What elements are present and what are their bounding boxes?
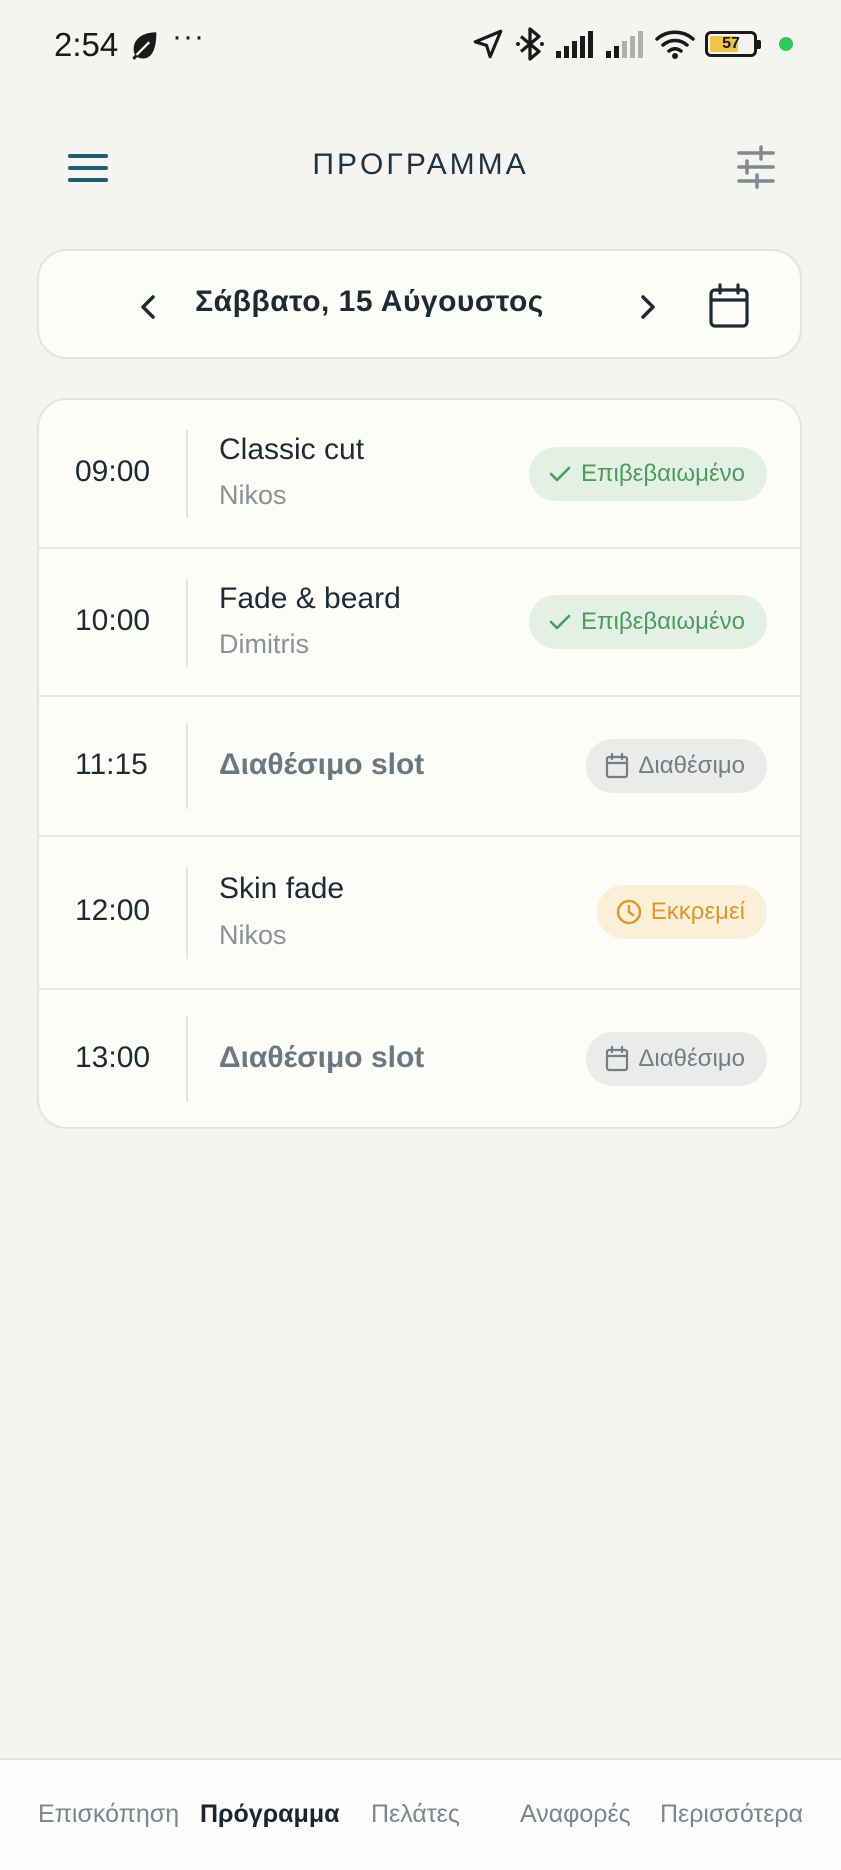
signal-weak-icon: [606, 31, 643, 58]
privacy-indicator-dot: [779, 37, 793, 51]
appointment-barber: Nikos: [219, 480, 287, 510]
status-label: Εκκρεμεί: [650, 898, 745, 925]
appointment-row[interactable]: 12:00 Skin fade Nikos Εκκρεμεί: [39, 837, 800, 990]
app-header: ΠΡΟΓΡΑΜΜΑ: [0, 130, 841, 202]
status-more-dots: ···: [172, 20, 205, 53]
page-title: ΠΡΟΓΡΑΜΜΑ: [312, 148, 529, 181]
row-divider: [186, 867, 188, 959]
status-badge-pending: Εκκρεμεί: [596, 885, 767, 939]
status-bar: 2:54 ··· 57: [0, 0, 841, 92]
available-slot-label: Διαθέσιμο slot: [219, 1041, 425, 1074]
appointment-row[interactable]: 13:00 Διαθέσιμο slot Διαθέσιμο: [39, 990, 800, 1127]
status-label: Διαθέσιμο: [638, 752, 745, 779]
appointment-row[interactable]: 09:00 Classic cut Nikos Επιβεβαιωμένο: [39, 400, 800, 549]
calendar-small-icon: [606, 1045, 629, 1072]
appointments-list: 09:00 Classic cut Nikos Επιβεβαιωμένο 10…: [37, 398, 802, 1129]
row-divider: [186, 1016, 188, 1102]
battery-level: 57: [722, 35, 740, 52]
nav-tab-customers[interactable]: Πελάτες: [371, 1800, 460, 1829]
status-label: Επιβεβαιωμένο: [580, 608, 745, 635]
appointment-barber: Dimitris: [219, 629, 309, 659]
appointment-time: 12:00: [75, 894, 151, 927]
chevron-right-icon[interactable]: [627, 287, 667, 327]
status-badge-confirmed: Επιβεβαιωμένο: [528, 447, 767, 501]
appointment-time: 13:00: [75, 1041, 151, 1074]
appointment-service: Skin fade: [219, 872, 345, 905]
wifi-icon: [655, 30, 695, 59]
status-label: Επιβεβαιωμένο: [580, 460, 745, 487]
appointment-row[interactable]: 10:00 Fade & beard Dimitris Επιβεβαιωμέν…: [39, 549, 800, 697]
row-divider: [186, 723, 188, 809]
appointment-barber: Nikos: [219, 920, 287, 950]
status-badge-confirmed: Επιβεβαιωμένο: [528, 595, 767, 649]
appointment-service: Classic cut: [219, 433, 365, 466]
nav-tab-overview[interactable]: Επισκόπηση: [38, 1800, 179, 1829]
chevron-left-icon[interactable]: [129, 287, 169, 327]
appointment-time: 10:00: [75, 604, 151, 637]
calendar-small-icon: [606, 752, 629, 779]
status-badge-available: Διαθέσιμο: [586, 739, 767, 793]
status-icons: 57: [471, 26, 793, 62]
status-badge-available: Διαθέσιμο: [586, 1032, 767, 1086]
row-divider: [186, 430, 188, 518]
nav-tab-schedule[interactable]: Πρόγραμμα: [200, 1800, 340, 1829]
sliders-icon[interactable]: [731, 144, 781, 190]
location-arrow-icon: [473, 29, 503, 59]
bluetooth-icon: [516, 27, 544, 61]
row-divider: [186, 579, 188, 667]
battery-icon: 57: [705, 31, 761, 57]
nav-tab-reports[interactable]: Αναφορές: [520, 1800, 631, 1829]
date-navigator: Σάββατο, 15 Αύγουστος: [37, 249, 802, 359]
appointment-service: Fade & beard: [219, 582, 401, 615]
appointment-time: 11:15: [75, 748, 148, 781]
appointment-row[interactable]: 11:15 Διαθέσιμο slot Διαθέσιμο: [39, 697, 800, 837]
appointment-time: 09:00: [75, 455, 151, 488]
check-icon: [549, 466, 571, 482]
signal-icon: [556, 31, 593, 58]
calendar-icon[interactable]: [705, 281, 753, 331]
available-slot-label: Διαθέσιμο slot: [219, 748, 425, 781]
current-date-label[interactable]: Σάββατο, 15 Αύγουστος: [189, 285, 550, 319]
bottom-navigation: Επισκόπηση Πρόγραμμα Πελάτες Αναφορές Πε…: [0, 1758, 841, 1870]
nav-tab-more[interactable]: Περισσότερα: [660, 1800, 803, 1829]
status-label: Διαθέσιμο: [638, 1045, 745, 1072]
leaf-icon: [132, 32, 157, 60]
clock-icon: [616, 899, 641, 925]
status-time: 2:54: [54, 26, 119, 63]
check-icon: [549, 614, 571, 630]
